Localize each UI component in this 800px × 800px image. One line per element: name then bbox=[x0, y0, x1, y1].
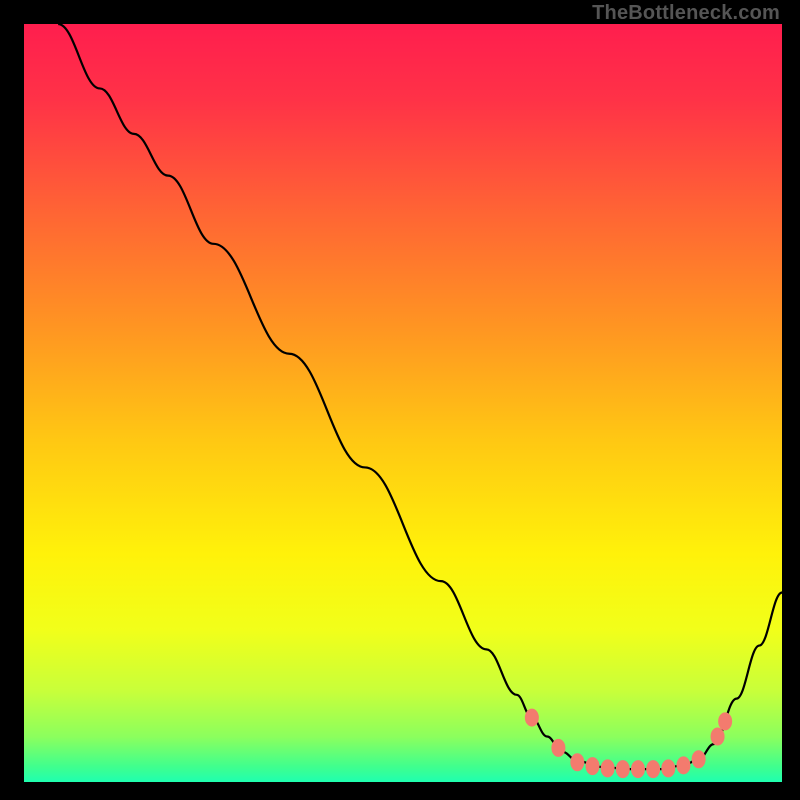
data-marker bbox=[570, 753, 584, 771]
data-marker bbox=[661, 759, 675, 777]
chart-container: TheBottleneck.com bbox=[0, 0, 800, 800]
data-marker bbox=[631, 760, 645, 778]
data-marker bbox=[711, 728, 725, 746]
data-marker bbox=[718, 712, 732, 730]
data-marker bbox=[676, 756, 690, 774]
marker-group bbox=[525, 709, 732, 779]
data-marker bbox=[525, 709, 539, 727]
bottleneck-curve bbox=[58, 24, 782, 769]
data-marker bbox=[586, 757, 600, 775]
data-marker bbox=[646, 760, 660, 778]
data-marker bbox=[616, 760, 630, 778]
watermark-text: TheBottleneck.com bbox=[592, 2, 780, 25]
plot-area bbox=[24, 24, 782, 782]
data-marker bbox=[601, 759, 615, 777]
data-marker bbox=[692, 750, 706, 768]
data-marker bbox=[551, 739, 565, 757]
curve-layer bbox=[24, 24, 782, 782]
